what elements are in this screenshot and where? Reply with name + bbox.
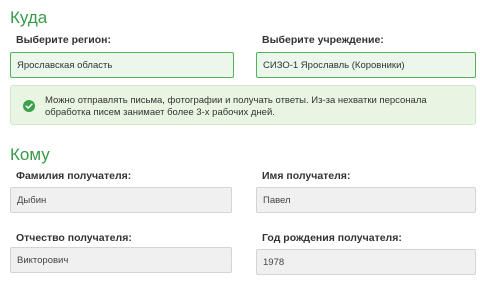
section-title-recipient: Кому xyxy=(10,145,50,164)
name-input[interactable]: Павел xyxy=(256,187,476,213)
birth-year-label: Год рождения получателя: xyxy=(262,232,402,244)
surname-input[interactable]: Дыбин xyxy=(10,187,232,213)
region-select[interactable]: Ярославская область xyxy=(10,52,234,78)
name-label: Имя получателя: xyxy=(262,170,351,182)
birth-year-value: 1978 xyxy=(263,256,285,268)
institution-value: СИЗО-1 Ярославль (Коровники) xyxy=(263,59,405,71)
section-title-where: Куда xyxy=(10,8,48,27)
birth-year-input[interactable]: 1978 xyxy=(256,249,476,275)
surname-label: Фамилия получателя: xyxy=(16,170,132,182)
patronymic-input[interactable]: Викторович xyxy=(10,247,232,273)
surname-value: Дыбин xyxy=(17,194,47,206)
notice-text: Можно отправлять письма, фотографии и по… xyxy=(45,95,427,118)
region-label: Выберите регион: xyxy=(16,34,111,46)
region-value: Ярославская область xyxy=(17,59,113,71)
patronymic-value: Викторович xyxy=(17,254,69,266)
institution-label: Выберите учреждение: xyxy=(262,34,384,46)
patronymic-label: Отчество получателя: xyxy=(16,232,132,244)
check-circle-icon xyxy=(23,100,35,112)
name-value: Павел xyxy=(263,194,291,206)
info-notice: Можно отправлять письма, фотографии и по… xyxy=(10,85,476,125)
institution-select[interactable]: СИЗО-1 Ярославль (Коровники) xyxy=(256,52,476,78)
